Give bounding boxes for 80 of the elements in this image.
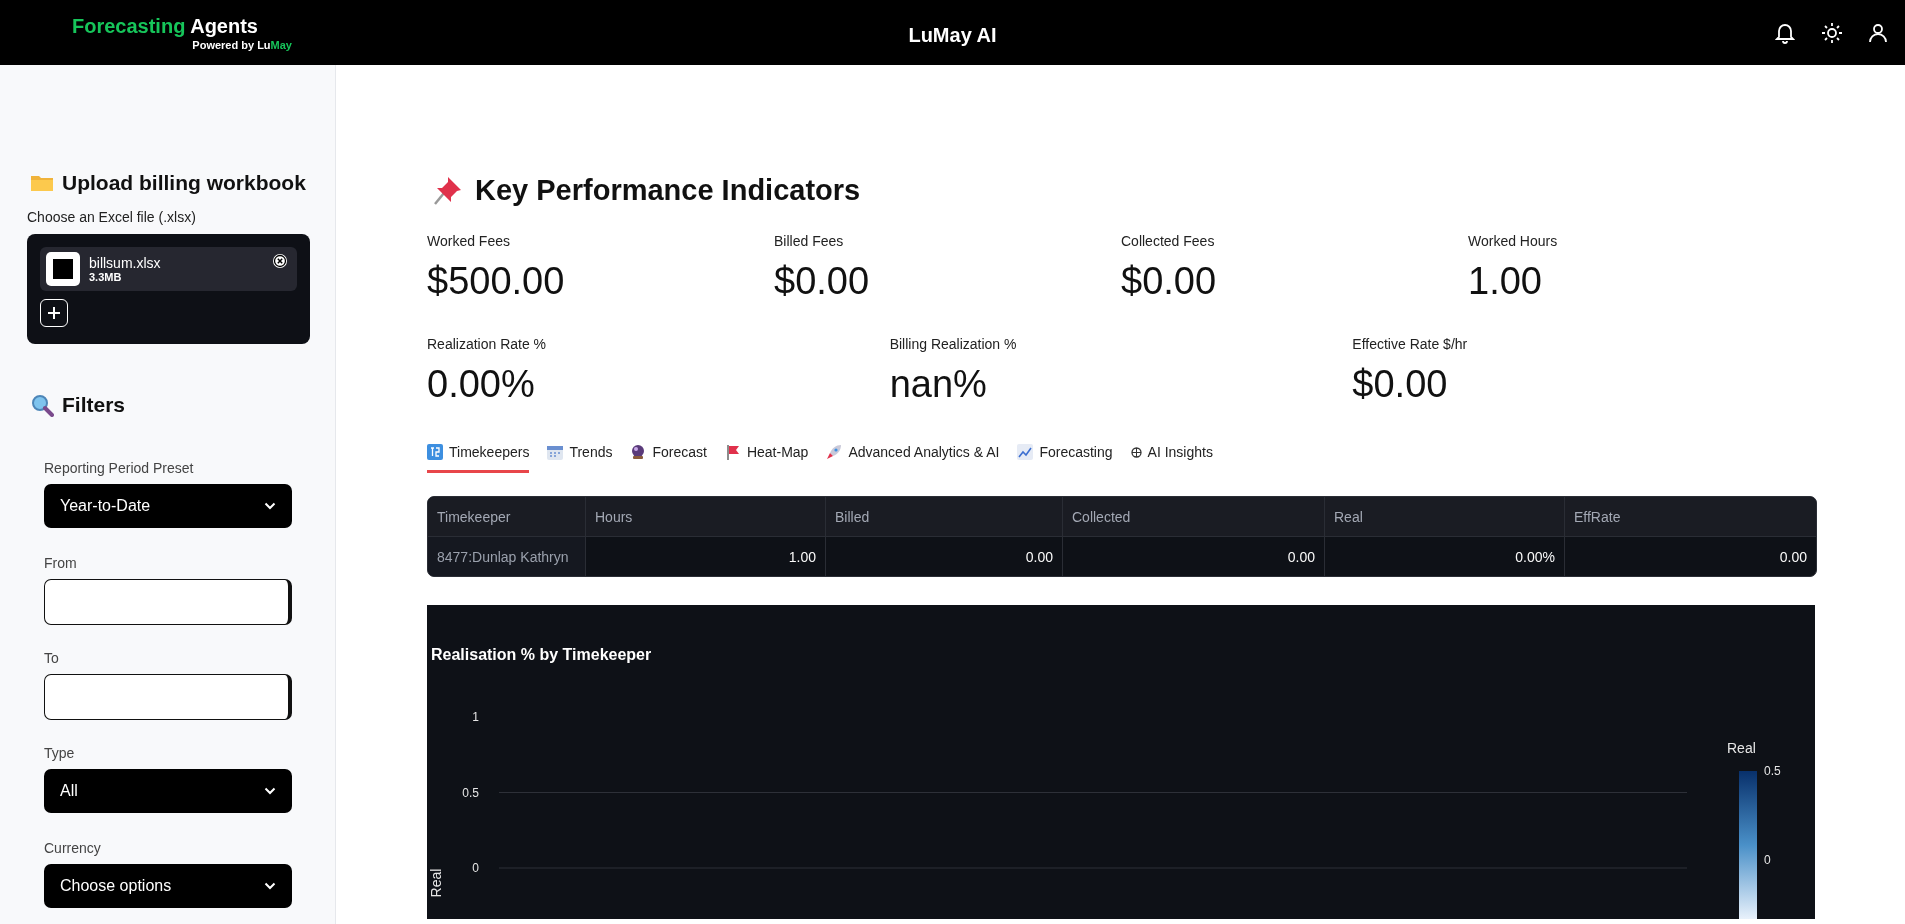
select-field[interactable]: All bbox=[44, 769, 292, 813]
table-cell: 0.00% bbox=[1325, 537, 1565, 576]
file-uploader[interactable]: billsum.xlsx 3.3MB bbox=[27, 234, 310, 344]
metric-value: nan% bbox=[889, 363, 988, 406]
plus-icon bbox=[46, 305, 62, 321]
rocket-icon bbox=[826, 444, 843, 460]
field-label: Reporting Period Preset bbox=[44, 460, 195, 476]
date-input[interactable] bbox=[44, 579, 292, 625]
sun-icon[interactable] bbox=[1821, 21, 1843, 44]
metric-value: $500.00 bbox=[427, 260, 566, 303]
table-cell: 1.00 bbox=[586, 537, 826, 576]
y-tick-label: 0.5 bbox=[462, 785, 479, 800]
search-icon bbox=[30, 393, 54, 417]
y-tick-label: 1 bbox=[472, 710, 479, 724]
table-cell-text: 0.00 bbox=[1778, 547, 1808, 567]
notifications-icon[interactable] bbox=[1775, 21, 1795, 44]
chart-title: Realisation % by Timekeeper bbox=[431, 646, 652, 663]
select-field[interactable]: Choose options bbox=[44, 864, 292, 908]
file-size: 3.3MB bbox=[89, 271, 123, 283]
metric-label: Worked Fees bbox=[427, 233, 511, 249]
metric-value: $0.00 bbox=[1352, 363, 1449, 406]
metric-label: Billing Realization % bbox=[889, 336, 1018, 352]
calendar-icon bbox=[547, 444, 564, 460]
field-label: From bbox=[44, 555, 78, 571]
tab[interactable]: AI Insights bbox=[1130, 436, 1213, 473]
file-name: billsum.xlsx bbox=[89, 255, 161, 271]
chevron-down-icon bbox=[264, 787, 276, 795]
field-label: To bbox=[44, 650, 60, 666]
column-header[interactable]: EffRate bbox=[1565, 497, 1816, 536]
column-header[interactable]: Billed bbox=[826, 497, 1063, 536]
upload-heading: Upload billing workbook bbox=[62, 171, 306, 195]
folder-icon bbox=[30, 173, 54, 193]
tab[interactable]: Timekeepers bbox=[427, 436, 530, 473]
filters-heading: Filters bbox=[62, 393, 126, 417]
upload-label: Choose an Excel file (.xlsx) bbox=[27, 209, 197, 225]
crystal-ball-icon bbox=[630, 444, 647, 460]
column-header[interactable]: Collected bbox=[1063, 497, 1325, 536]
tab[interactable]: Heat-Map bbox=[724, 436, 809, 473]
line-chart-icon bbox=[1017, 444, 1034, 460]
date-input[interactable] bbox=[44, 674, 292, 720]
colorbar-tick-label: 0 bbox=[1764, 853, 1771, 867]
numbers-icon bbox=[427, 444, 443, 460]
flag-icon bbox=[724, 444, 741, 460]
tab[interactable]: Advanced Analytics & AI bbox=[826, 436, 1000, 473]
metric-value: $0.00 bbox=[1121, 260, 1218, 303]
logo-tagline: Powered by LuMay bbox=[191, 38, 292, 51]
metric-value: $0.00 bbox=[774, 260, 871, 303]
table-cell: 8477:Dunlap Kathryn bbox=[428, 537, 586, 576]
chevron-down-icon bbox=[264, 882, 276, 890]
column-header[interactable]: Hours bbox=[586, 497, 826, 536]
user-icon[interactable] bbox=[1869, 22, 1887, 43]
file-icon bbox=[46, 252, 80, 286]
kpi-heading: Key Performance Indicators bbox=[475, 173, 861, 207]
table-cell: 0.00 bbox=[1063, 537, 1325, 576]
select-field[interactable]: Year-to-Date bbox=[44, 484, 292, 528]
add-file-button[interactable] bbox=[40, 299, 68, 327]
metric-value: 1.00 bbox=[1468, 260, 1543, 303]
column-header[interactable]: Timekeeper bbox=[428, 497, 586, 536]
metric-label: Worked Hours bbox=[1468, 233, 1559, 249]
tab[interactable]: Trends bbox=[547, 436, 613, 473]
metric-label: Billed Fees bbox=[774, 233, 845, 249]
remove-icon[interactable] bbox=[272, 253, 288, 269]
colorbar-tick-label: 0.5 bbox=[1764, 764, 1781, 778]
app-title: LuMay AI bbox=[908, 24, 997, 47]
colorbar-title: Real bbox=[1727, 740, 1756, 756]
logo-title: Forecasting Agents bbox=[72, 14, 259, 37]
y-axis-title: Real bbox=[428, 868, 444, 898]
metric-label: Effective Rate $/hr bbox=[1352, 336, 1469, 352]
tab[interactable]: Forecast bbox=[630, 436, 707, 473]
chevron-down-icon bbox=[264, 502, 276, 510]
field-label: Type bbox=[44, 745, 76, 761]
globe-icon bbox=[1130, 446, 1142, 458]
column-header[interactable]: Real bbox=[1325, 497, 1565, 536]
tab[interactable]: Forecasting bbox=[1017, 436, 1113, 473]
y-tick-label: 0 bbox=[472, 861, 479, 875]
metric-value: 0.00% bbox=[427, 363, 536, 406]
metric-label: Realization Rate % bbox=[427, 336, 548, 352]
metric-label: Collected Fees bbox=[1121, 233, 1216, 249]
field-label: Currency bbox=[44, 840, 102, 856]
table-cell: 0.00 bbox=[826, 537, 1063, 576]
